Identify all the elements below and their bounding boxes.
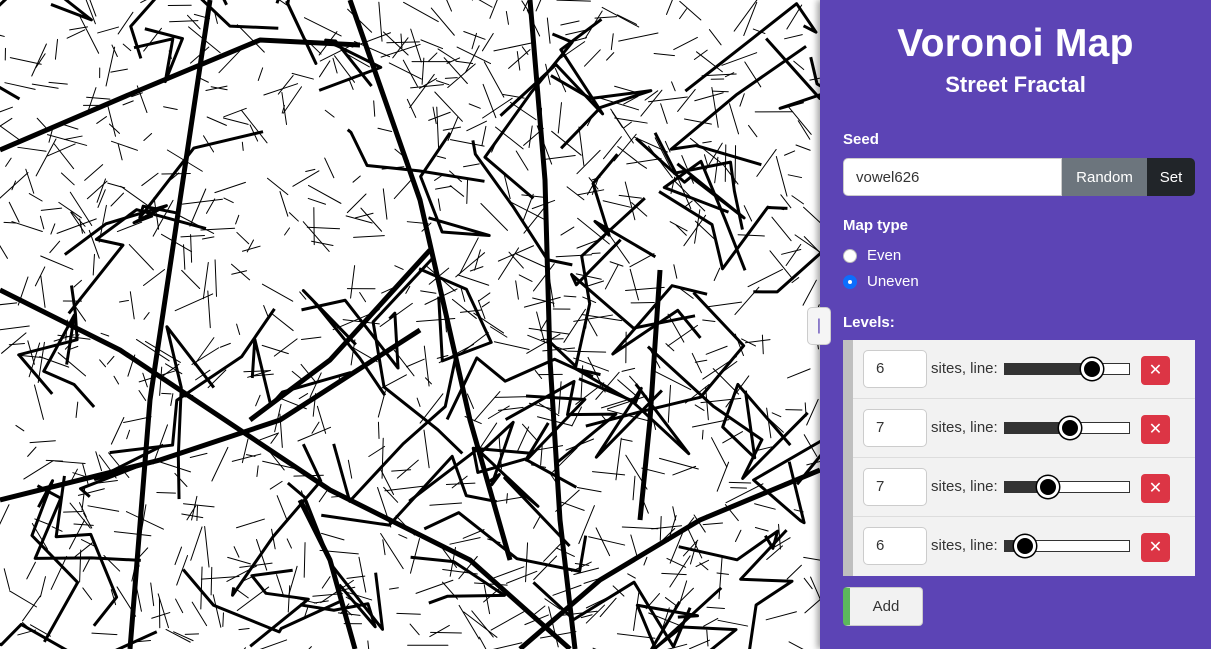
slider-fill — [1005, 364, 1090, 374]
random-button[interactable]: Random — [1062, 158, 1147, 196]
add-level-button[interactable]: Add — [843, 587, 923, 626]
map-type-label: Map type — [843, 217, 909, 234]
level-row: 6 sites, line: ✕ — [853, 517, 1195, 576]
sites-line-label: sites, line: — [931, 537, 998, 554]
voronoi-map-drawing — [0, 0, 820, 649]
app-title: Voronoi Map — [897, 22, 1134, 65]
panel-toggle-handle[interactable]: | — [807, 307, 831, 345]
voronoi-map-canvas[interactable] — [0, 0, 820, 649]
level-row: 6 sites, line: ✕ — [853, 340, 1195, 399]
level-row: 7 sites, line: ✕ — [853, 458, 1195, 517]
radio-even[interactable]: Even — [843, 247, 901, 264]
seed-label: Seed — [843, 131, 879, 148]
line-width-slider[interactable] — [1004, 358, 1130, 380]
delete-level-button[interactable]: ✕ — [1141, 356, 1170, 385]
line-width-slider[interactable] — [1004, 417, 1130, 439]
level-row: 7 sites, line: ✕ — [853, 399, 1195, 458]
radio-uneven-label: Uneven — [867, 273, 919, 290]
slider-thumb[interactable] — [1036, 476, 1059, 498]
sites-line-label: sites, line: — [931, 360, 998, 377]
app-subtitle: Street Fractal — [945, 72, 1086, 97]
line-width-slider[interactable] — [1004, 476, 1130, 498]
control-panel: Voronoi Map Street Fractal Seed Random S… — [820, 0, 1211, 649]
sites-line-label: sites, line: — [931, 478, 998, 495]
levels-list: 6 sites, line: ✕ 7 sites, line: ✕ 7 site… — [843, 340, 1195, 576]
seed-input[interactable] — [843, 158, 1062, 196]
sites-count-input[interactable]: 7 — [863, 409, 927, 447]
delete-level-button[interactable]: ✕ — [1141, 533, 1170, 562]
sites-count-input[interactable]: 7 — [863, 468, 927, 506]
delete-level-button[interactable]: ✕ — [1141, 415, 1170, 444]
sites-count-input[interactable]: 6 — [863, 350, 927, 388]
levels-drag-bar[interactable] — [843, 340, 853, 576]
slider-fill — [1005, 423, 1067, 433]
sites-count-input[interactable]: 6 — [863, 527, 927, 565]
slider-thumb[interactable] — [1081, 358, 1104, 380]
slider-thumb[interactable] — [1059, 417, 1081, 439]
seed-row: Random Set — [843, 158, 1195, 196]
set-button[interactable]: Set — [1147, 158, 1195, 196]
radio-even-label: Even — [867, 247, 902, 264]
radio-uneven-indicator[interactable] — [843, 274, 857, 289]
sites-line-label: sites, line: — [931, 419, 998, 436]
line-width-slider[interactable] — [1004, 535, 1130, 557]
radio-uneven[interactable]: Uneven — [843, 273, 919, 290]
levels-label: Levels: — [843, 314, 895, 331]
delete-level-button[interactable]: ✕ — [1141, 474, 1170, 503]
slider-thumb[interactable] — [1014, 535, 1037, 557]
radio-even-indicator[interactable] — [843, 248, 857, 263]
